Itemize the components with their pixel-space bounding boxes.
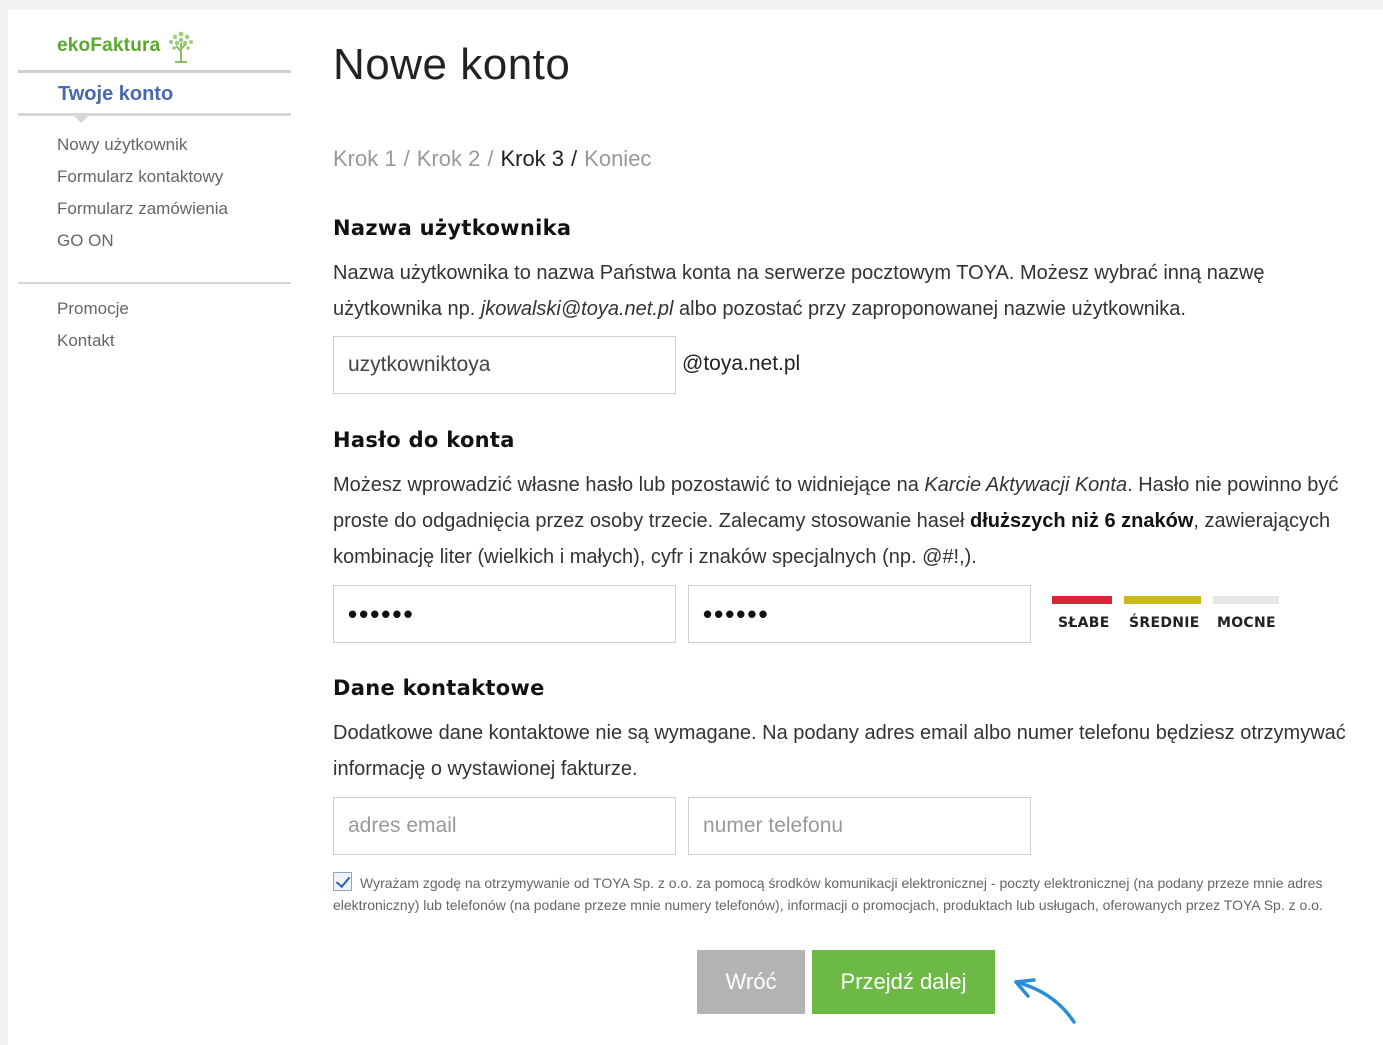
sidebar-item-contact[interactable]: Kontakt xyxy=(57,330,291,362)
username-heading: Nazwa użytkownika xyxy=(333,216,572,240)
strength-label-medium: ŚREDNIE xyxy=(1129,615,1200,631)
password-heading: Hasło do konta xyxy=(333,428,515,452)
contact-heading: Dane kontaktowe xyxy=(333,676,545,700)
username-domain: @toya.net.pl xyxy=(682,352,801,375)
username-description: Nazwa użytkownika to nazwa Państwa konta… xyxy=(333,255,1363,327)
divider-arrow xyxy=(18,113,291,123)
step-3-active: Krok 3 xyxy=(500,146,565,171)
logo-text: ekoFaktura xyxy=(57,35,161,56)
sidebar-nav-secondary: Promocje Kontakt xyxy=(18,298,291,362)
strength-label-strong: MOCNE xyxy=(1217,615,1276,631)
sidebar-nav: Nowy użytkownik Formularz kontaktowy For… xyxy=(18,134,291,262)
step-1: Krok 1 xyxy=(333,146,397,171)
strength-bar-strong xyxy=(1213,596,1279,604)
sidebar-item-order-form[interactable]: Formularz zamówienia xyxy=(57,198,291,230)
next-button[interactable]: Przejdź dalej xyxy=(812,950,995,1014)
sidebar-item-contact-form[interactable]: Formularz kontaktowy xyxy=(57,166,291,198)
back-button[interactable]: Wróć xyxy=(697,950,805,1014)
divider xyxy=(18,282,291,284)
step-separator: / xyxy=(403,146,410,171)
username-example: jkowalski@toya.net.pl xyxy=(480,298,674,320)
step-2: Krok 2 xyxy=(416,146,481,171)
password-strength-meter: SŁABE ŚREDNIE MOCNE xyxy=(1052,596,1292,636)
step-separator: / xyxy=(571,146,578,171)
password-text: Możesz wprowadzić własne hasło lub pozos… xyxy=(333,474,925,496)
page-title: Nowe konto xyxy=(333,40,571,89)
sidebar: ekoFaktura Twoje konto Nowy użytkownik F… xyxy=(18,28,291,362)
password-description: Możesz wprowadzić własne hasło lub pozos… xyxy=(333,467,1363,575)
consent-text: Wyrażam zgodę na otrzymywanie od TOYA Sp… xyxy=(333,875,1323,913)
step-separator: / xyxy=(487,146,494,171)
sidebar-item-new-user[interactable]: Nowy użytkownik xyxy=(57,134,291,166)
username-text-end: albo pozostać przy zaproponowanej nazwie… xyxy=(673,298,1186,320)
password-text-italic: Karcie Aktywacji Konta xyxy=(924,474,1128,496)
step-end: Koniec xyxy=(584,146,652,171)
username-input[interactable]: uzytkowniktoya xyxy=(333,336,676,394)
consent-row: Wyrażam zgodę na otrzymywanie od TOYA Sp… xyxy=(333,872,1353,916)
sidebar-item-go-on[interactable]: GO ON xyxy=(57,230,291,262)
consent-checkbox[interactable] xyxy=(333,872,352,891)
strength-bar-medium xyxy=(1124,596,1201,604)
sidebar-title[interactable]: Twoje konto xyxy=(18,73,291,111)
password-confirm-input[interactable]: •••••• xyxy=(688,585,1031,643)
strength-label-weak: SŁABE xyxy=(1058,615,1110,631)
email-field[interactable]: adres email xyxy=(333,797,676,855)
phone-field[interactable]: numer telefonu xyxy=(688,797,1031,855)
pointer-arrow-icon xyxy=(1014,978,1076,1024)
step-breadcrumb: Krok 1/Krok 2/Krok 3/Koniec xyxy=(333,146,651,172)
sidebar-item-promotions[interactable]: Promocje xyxy=(57,298,291,330)
password-text-bold: dłuższych niż 6 znaków xyxy=(970,510,1194,532)
contact-description: Dodatkowe dane kontaktowe nie są wymagan… xyxy=(333,722,1346,780)
strength-bar-weak xyxy=(1052,596,1112,604)
tree-icon xyxy=(169,31,194,63)
password-input[interactable]: •••••• xyxy=(333,585,676,643)
logo[interactable]: ekoFaktura xyxy=(18,28,291,64)
